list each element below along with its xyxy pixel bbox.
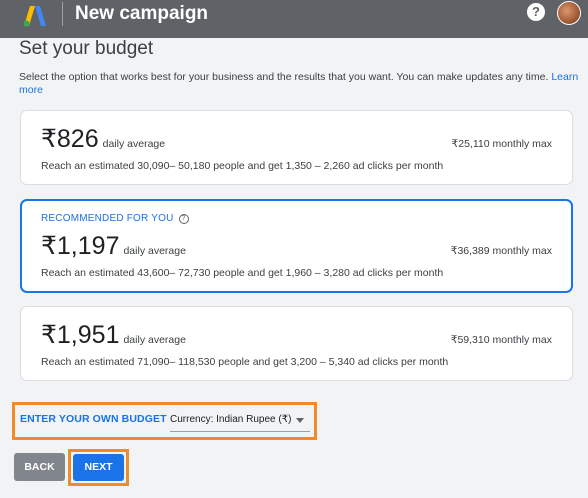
enter-own-budget-link[interactable]: ENTER YOUR OWN BUDGET — [20, 413, 167, 425]
back-button[interactable]: BACK — [14, 453, 65, 481]
own-budget-section: ENTER YOUR OWN BUDGET Currency: Indian R… — [12, 402, 317, 440]
reach-estimate: Reach an estimated 71,090– 118,530 peopl… — [41, 356, 449, 368]
avatar[interactable] — [557, 1, 581, 25]
next-button[interactable]: NEXT — [73, 454, 124, 481]
budget-amount: ₹1,951 — [41, 321, 120, 349]
monthly-max: ₹36,389 monthly max — [450, 245, 552, 257]
budget-amount: ₹826 — [41, 125, 99, 153]
daily-average-label: daily average — [123, 245, 186, 257]
recommended-text: RECOMMENDED FOR YOU — [41, 213, 174, 224]
app-header: New campaign ? — [0, 0, 588, 38]
caret-down-icon — [296, 418, 304, 423]
currency-select-value: Currency: Indian Rupee (₹) — [170, 414, 292, 425]
header-divider — [62, 2, 63, 26]
monthly-max: ₹25,110 monthly max — [451, 138, 552, 150]
currency-select[interactable]: Currency: Indian Rupee (₹) — [170, 410, 310, 432]
help-circle-icon[interactable]: ? — [527, 3, 545, 21]
reach-estimate: Reach an estimated 30,090– 50,180 people… — [41, 160, 444, 172]
reach-estimate: Reach an estimated 43,600– 72,730 people… — [41, 267, 444, 279]
budget-amount-row: ₹1,197 daily average — [41, 231, 186, 261]
intro-description: Select the option that works best for yo… — [19, 71, 549, 83]
budget-option-card[interactable]: ₹1,951 daily average ₹59,310 monthly max… — [20, 306, 573, 381]
budget-amount: ₹1,197 — [41, 232, 120, 260]
budget-option-card[interactable]: ₹826 daily average ₹25,110 monthly max R… — [20, 110, 573, 185]
budget-amount-row: ₹1,951 daily average — [41, 320, 186, 350]
google-ads-logo-icon[interactable] — [22, 5, 48, 27]
daily-average-label: daily average — [123, 334, 186, 346]
next-button-highlight: NEXT — [68, 449, 129, 486]
daily-average-label: daily average — [102, 138, 166, 150]
budget-amount-row: ₹826 daily average — [41, 124, 165, 154]
page-header-title: New campaign — [75, 3, 209, 24]
recommended-label: RECOMMENDED FOR YOU ? — [41, 213, 189, 224]
page-title: Set your budget — [19, 38, 154, 59]
info-icon[interactable]: ? — [178, 213, 189, 224]
monthly-max: ₹59,310 monthly max — [450, 334, 552, 346]
budget-option-card-recommended[interactable]: RECOMMENDED FOR YOU ? ₹1,197 daily avera… — [20, 199, 573, 293]
intro-text: Select the option that works best for yo… — [19, 71, 579, 97]
